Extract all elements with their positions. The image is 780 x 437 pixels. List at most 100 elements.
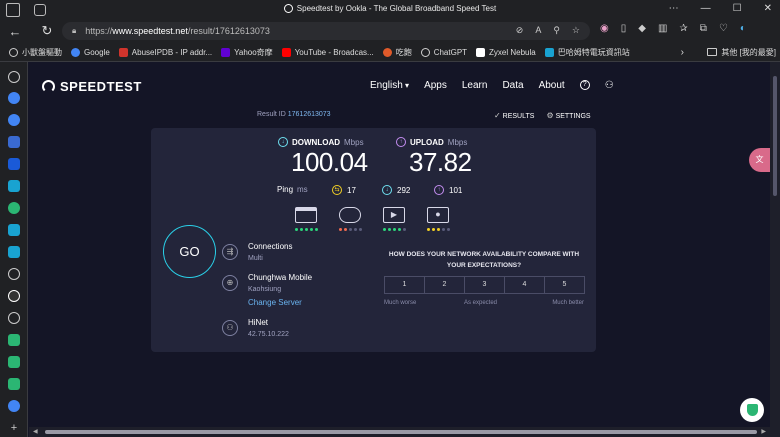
survey-option-1[interactable]: 1: [384, 276, 425, 294]
ping-upload[interactable]: ↑ 101: [434, 185, 462, 195]
nav-data[interactable]: Data: [502, 80, 523, 91]
horizontal-scrollbar[interactable]: ◀ ▶: [29, 427, 780, 437]
language-selector[interactable]: English: [370, 80, 409, 91]
nav-learn[interactable]: Learn: [462, 80, 488, 91]
download-value: 100.04: [291, 147, 368, 177]
go-button[interactable]: GO: [163, 225, 216, 278]
ip-address: 42.75.10.222: [248, 331, 289, 338]
abuseipdb-icon: [118, 47, 128, 57]
sidebar-app-icon[interactable]: [8, 378, 20, 390]
minimize-icon[interactable]: —: [701, 3, 711, 14]
bookmark-item[interactable]: ChatGPT: [420, 47, 467, 57]
speedtest-favicon-icon: [283, 4, 293, 13]
sidebar-app-icon[interactable]: [8, 224, 20, 236]
vertical-scrollbar[interactable]: [770, 62, 780, 427]
sidebar-app-icon[interactable]: [8, 158, 20, 170]
result-id-value[interactable]: 17612613073: [288, 111, 331, 118]
split-screen-icon[interactable]: ▥: [658, 23, 667, 34]
upload-latency-icon: ↑: [434, 185, 444, 195]
sidebar-app-icon[interactable]: [8, 71, 20, 83]
scroll-left-icon[interactable]: ◀: [33, 428, 38, 435]
window-title: Speedtest by Ookla - The Global Broadban…: [0, 4, 780, 13]
bookmark-item[interactable]: 巴哈姆特電玩資訊站: [544, 47, 630, 58]
refresh-icon[interactable]: ↻: [36, 23, 58, 39]
sidebar-app-icon[interactable]: [8, 180, 20, 192]
sidebar-app-icon[interactable]: [8, 92, 20, 104]
collections-icon[interactable]: ⧉: [700, 23, 707, 34]
browser-essentials-icon[interactable]: ♡: [719, 23, 728, 34]
sidebar-app-icon[interactable]: [8, 312, 20, 324]
sidebar-app-icon[interactable]: [8, 268, 20, 280]
maximize-icon[interactable]: ☐: [733, 3, 742, 14]
user-icon[interactable]: ⚇: [605, 80, 614, 91]
scrollbar-thumb[interactable]: [45, 430, 757, 434]
sidebar-app-icon[interactable]: [8, 202, 20, 214]
bookmark-item[interactable]: YouTube - Broadcas...: [281, 47, 374, 57]
nav-about[interactable]: About: [539, 80, 565, 91]
tracking-prevention-icon[interactable]: ⊘: [516, 25, 524, 36]
scale-label-mid: As expected: [464, 300, 498, 306]
web-browsing-icon[interactable]: [295, 207, 319, 225]
rating-dot: [442, 228, 445, 231]
nav-apps[interactable]: Apps: [424, 80, 447, 91]
survey-option-4[interactable]: 4: [504, 276, 545, 294]
extension-cat-icon[interactable]: ◉: [600, 23, 609, 34]
play-icon: ▶: [383, 207, 405, 223]
bookmarks-overflow-icon[interactable]: ›: [681, 47, 684, 58]
close-icon[interactable]: ✕: [764, 3, 772, 14]
results-link[interactable]: ✓ RESULTS: [494, 111, 534, 120]
security-shield-icon[interactable]: [740, 398, 764, 422]
isp-name: HiNet: [248, 318, 269, 327]
bookmark-item[interactable]: 小獸盤驅動: [9, 47, 62, 58]
shield-check-icon: [746, 404, 758, 416]
translate-extension-icon[interactable]: 文: [749, 148, 770, 172]
bookmark-item[interactable]: 吃飽: [382, 47, 412, 58]
lock-icon[interactable]: 🔒︎: [72, 26, 76, 36]
sidebar-add-icon[interactable]: +: [8, 422, 20, 434]
help-icon[interactable]: ?: [579, 80, 590, 90]
ping-idle[interactable]: ⇆ 17: [332, 185, 356, 195]
bookmark-label: Yahoo奇摩: [234, 47, 273, 57]
zyxel-icon: [476, 47, 486, 57]
sidebar-app-icon[interactable]: [8, 356, 20, 368]
favorite-star-icon[interactable]: ☆: [572, 25, 580, 36]
sidebar-app-icon[interactable]: [8, 400, 20, 412]
sidebar-app-icon[interactable]: [8, 136, 20, 148]
bookmark-item[interactable]: AbuseIPDB - IP addr...: [118, 47, 212, 57]
url-field[interactable]: 🔒︎ https://www.speedtest.net/result/1761…: [62, 22, 590, 40]
favorites-icon[interactable]: ✰: [679, 23, 687, 34]
sidebar-app-icon[interactable]: [8, 334, 20, 346]
scrollbar-thumb[interactable]: [773, 76, 777, 196]
scroll-right-icon[interactable]: ▶: [761, 428, 766, 435]
zoom-icon[interactable]: ⚲: [553, 25, 560, 36]
survey-option-3[interactable]: 3: [464, 276, 505, 294]
ping-download[interactable]: ↓ 292: [382, 185, 410, 195]
rating-dot: [393, 228, 396, 231]
video-streaming-icon[interactable]: ▶: [383, 207, 407, 225]
youtube-icon: [281, 47, 291, 57]
copilot-icon[interactable]: ◐: [740, 23, 746, 34]
rating-dot: [388, 228, 391, 231]
sidebar-speedtest-icon[interactable]: [8, 290, 20, 302]
speedtest-logo[interactable]: SPEEDTEST: [42, 79, 142, 94]
bookmark-item[interactable]: Google: [71, 47, 110, 57]
rating-dot: [398, 228, 401, 231]
more-icon[interactable]: ⋯: [669, 3, 679, 14]
video-chat-icon[interactable]: ●: [427, 207, 451, 225]
sidebar-app-icon[interactable]: [8, 114, 20, 126]
upload-label: UPLOAD: [410, 137, 444, 147]
other-bookmarks-folder[interactable]: 其他 [我的最愛]: [707, 47, 776, 58]
extension-shield-icon[interactable]: ◆: [638, 23, 646, 34]
settings-link[interactable]: ⚙ SETTINGS: [546, 111, 590, 120]
bookmark-item[interactable]: Zyxel Nebula: [476, 47, 536, 57]
sidebar-app-icon[interactable]: [8, 246, 20, 258]
back-icon[interactable]: ←: [4, 24, 26, 39]
gaming-icon[interactable]: [339, 207, 363, 225]
bookmark-item[interactable]: Yahoo奇摩: [221, 47, 273, 58]
survey-option-5[interactable]: 5: [544, 276, 585, 294]
change-server-link[interactable]: Change Server: [248, 298, 302, 307]
user-icon: ⚇: [222, 320, 238, 336]
read-aloud-icon[interactable]: A: [535, 25, 541, 36]
survey-option-2[interactable]: 2: [424, 276, 465, 294]
extension-bar-icon[interactable]: ▯: [621, 23, 627, 34]
